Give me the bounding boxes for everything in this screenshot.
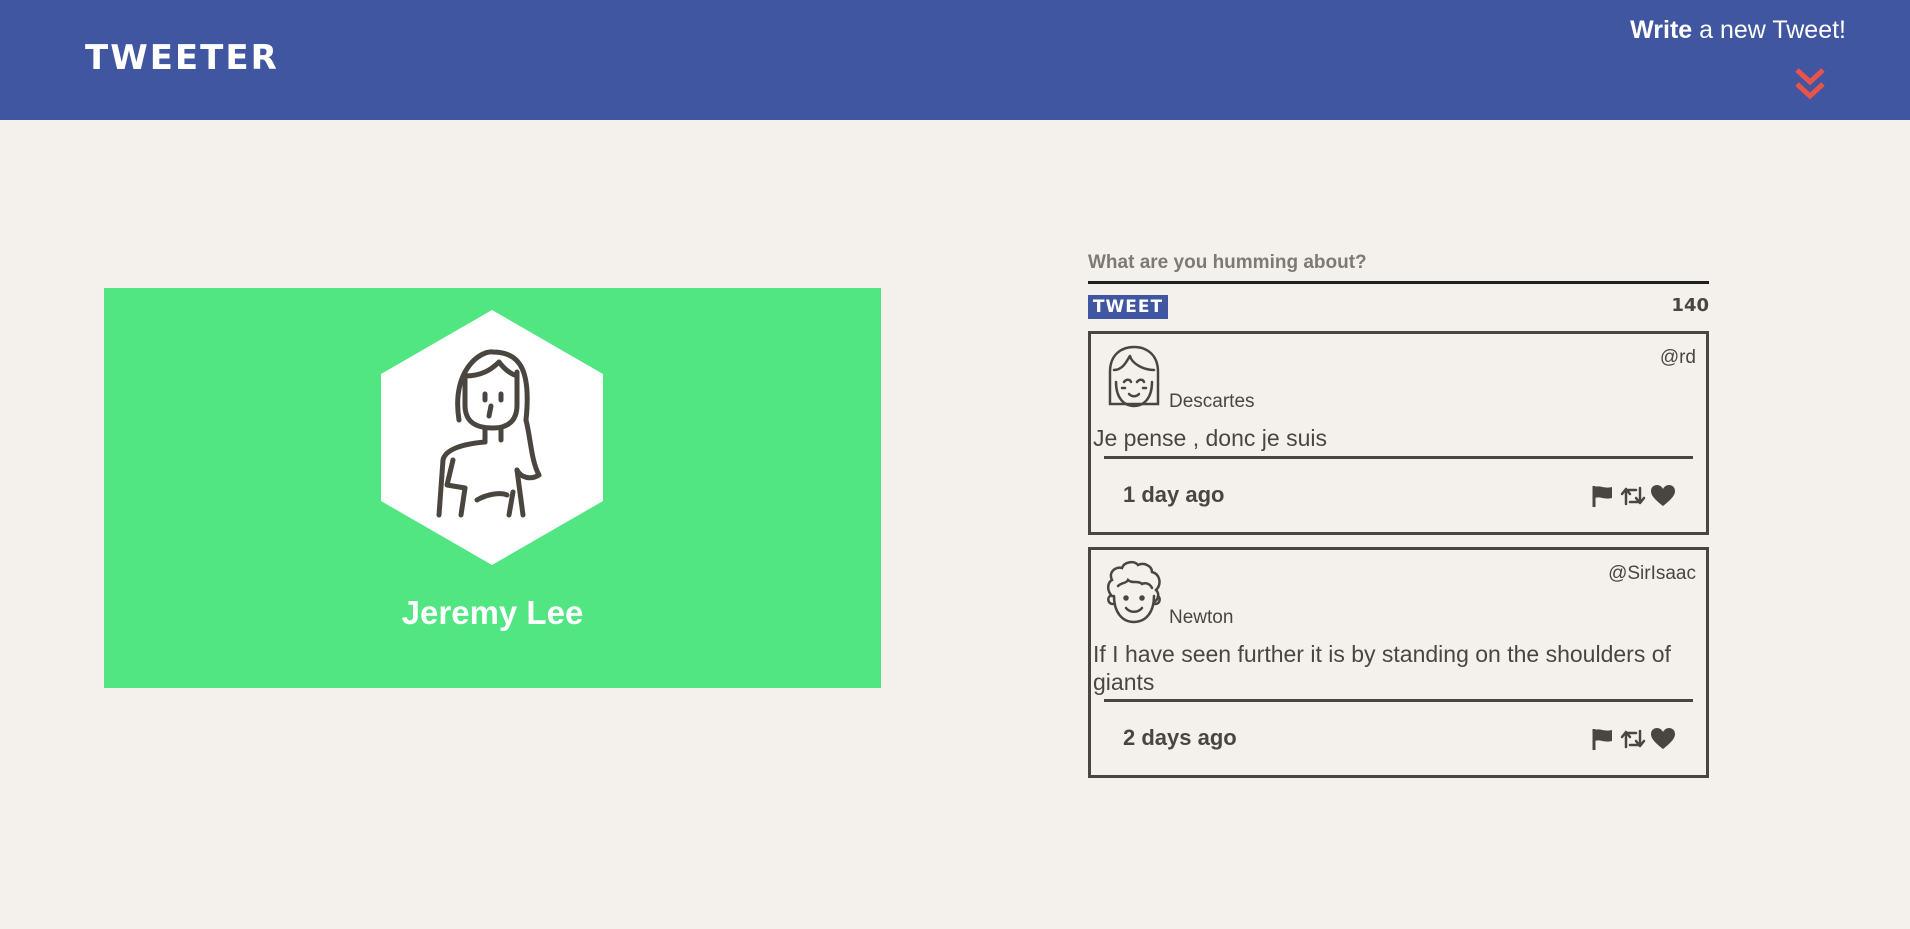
tweet-button[interactable]: TWEET (1088, 295, 1168, 319)
tweet-handle: @rd (1659, 347, 1696, 368)
retweet-icon[interactable] (1620, 727, 1646, 751)
flag-icon[interactable] (1590, 727, 1616, 751)
tweet-card: @rd Descartes Je pense , donc je suis 1 … (1088, 331, 1709, 535)
compose-label[interactable]: Write a new Tweet! (1586, 16, 1846, 45)
compose-toggle[interactable]: Write a new Tweet! (1586, 16, 1846, 45)
top-nav: TWEETER Write a new Tweet! (0, 0, 1910, 120)
curly-hair-avatar-icon (1107, 560, 1161, 624)
compose-label-rest: a new Tweet! (1692, 16, 1846, 44)
bob-hair-avatar-icon (1108, 345, 1160, 408)
tweet-handle: @SirIsaac (1608, 563, 1696, 584)
flag-icon[interactable] (1590, 484, 1616, 508)
tweet-divider (1104, 456, 1693, 459)
heart-icon[interactable] (1650, 484, 1676, 508)
double-chevron-down-icon[interactable] (1793, 66, 1827, 102)
tweet-actions (1590, 727, 1676, 751)
logo: TWEETER (85, 38, 279, 78)
profile-name: Jeremy Lee (401, 594, 584, 631)
tweet-divider (1104, 699, 1693, 702)
tweet-card: @SirIsaac Newton If I have seen further … (1088, 547, 1709, 778)
compose-label-bold: Write (1630, 16, 1693, 44)
character-counter: 140 (1671, 295, 1709, 316)
female-avatar-icon (381, 310, 603, 565)
tweet-input[interactable] (1088, 250, 1709, 284)
tweet-composer: TWEET 140 (1088, 250, 1709, 319)
tweet-content: If I have seen further it is by standing… (1093, 641, 1671, 695)
tweet-content: Je pense , donc je suis (1093, 425, 1327, 451)
heart-icon[interactable] (1650, 727, 1676, 751)
tweet-actions (1590, 484, 1676, 508)
tweet-timestamp: 2 days ago (1123, 725, 1237, 750)
tweet-author-name: Descartes (1169, 391, 1255, 412)
tweet-timestamp: 1 day ago (1123, 482, 1225, 507)
tweet-author-name: Newton (1169, 607, 1234, 628)
profile-card: Jeremy Lee (104, 288, 881, 688)
retweet-icon[interactable] (1620, 484, 1646, 508)
